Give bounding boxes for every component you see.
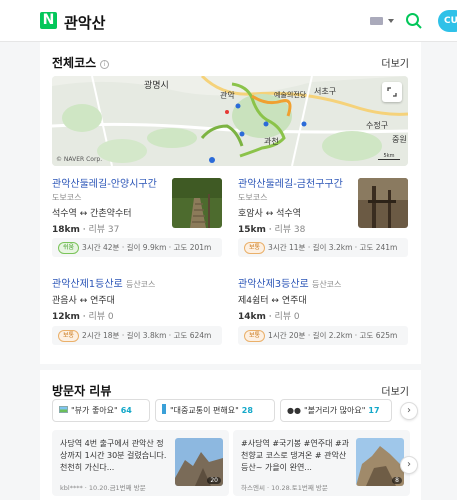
keyword-chip[interactable]: ●● "볼거리가 많아요" 17 [280, 399, 392, 422]
courses-title: 전체코스 [52, 56, 97, 70]
photo-count: 20 [207, 477, 221, 484]
map-label-gwanak: 관악 [220, 91, 235, 100]
map-label-gwangmyeong: 광명시 [144, 81, 169, 91]
course-type: 등산코스 [311, 280, 342, 289]
user-button[interactable]: CU [438, 10, 457, 32]
course-item[interactable]: 관악산제1등산로 등산코스 관음사 ↔ 연주대 12km · 리뷰 0 [52, 278, 222, 322]
reviews-card: 방문자 리뷰 더보기 "뷰가 좋아요" 64 "대중교통이 편해요" 28 ●● "볼… [40, 370, 421, 500]
chevron-right-icon: › [407, 405, 411, 416]
map-copyright: © NAVER Corp. [56, 156, 103, 163]
search-query[interactable]: 관악산 [64, 12, 105, 33]
course-item[interactable]: 관악산제3등산로 등산코스 제4쉼터 ↔ 연주대 14km · 리뷰 0 [238, 278, 408, 322]
review-photo[interactable]: 8 [356, 438, 404, 486]
courses-card: 전체코스 i 더보기 광명시 관악 예술의전당 서초구 과천 수정구 중원 © … [40, 42, 421, 364]
section-title: 전체코스 i [52, 54, 110, 71]
landscape-icon [59, 406, 68, 413]
course-meta: 14km · 리뷰 0 [238, 312, 300, 322]
info-icon[interactable]: i [100, 60, 110, 69]
keyword-chip[interactable]: "대중교통이 편해요" 28 [155, 399, 275, 422]
keyboard-icon[interactable] [370, 17, 383, 25]
review-item[interactable]: 사당역 4번 출구에서 관악산 정상까지 1시간 30분 걸렸습니다. 천천히 … [52, 430, 229, 496]
map-label-seocho: 서초구 [314, 87, 337, 96]
course-meta: 12km · 리뷰 0 [52, 312, 114, 322]
more-link[interactable]: 더보기 [381, 383, 409, 398]
course-thumbnail[interactable] [358, 178, 408, 228]
map-label-jung: 중원 [392, 135, 407, 144]
keyword-chip[interactable]: "뷰가 좋아요" 64 [52, 399, 150, 422]
review-meta: kbl**** · 10.20.금1번째 방문 [60, 484, 146, 492]
course-route: 제4쉼터 ↔ 연주대 [238, 296, 307, 306]
top-bar: N 관악산 CU [0, 0, 457, 42]
difficulty-badge: 보통 [244, 330, 266, 342]
course-stats: 보통 3시간 11분 · 길이 3.2km · 고도 241m [238, 238, 408, 257]
review-item[interactable]: #사당역 #국기봉 #연주대 #과천향교 코스로 댕겨온 # 관악산 등산~ 가… [233, 430, 410, 496]
map-label-gwacheon: 과천 [264, 137, 279, 146]
next-keywords-button[interactable]: › [400, 402, 418, 420]
course-name[interactable]: 관악산제3등산로 등산코스 [238, 278, 408, 291]
course-type: 도보코스 [52, 193, 82, 202]
review-text: 사당역 4번 출구에서 관악산 정상까지 1시간 30분 걸렸습니다. 천천히 … [60, 439, 167, 472]
course-name[interactable]: 관악산제1등산로 등산코스 [52, 278, 222, 291]
chevron-right-icon: › [407, 459, 411, 470]
course-map[interactable]: 광명시 관악 예술의전당 서초구 과천 수정구 중원 © NAVER Corp.… [52, 76, 408, 166]
more-link[interactable]: 더보기 [381, 55, 409, 70]
difficulty-badge: 보통 [244, 242, 266, 254]
photo-count: 8 [392, 477, 402, 484]
course-stats: 보통 1시간 20분 · 길이 2.2km · 고도 625m [238, 326, 408, 345]
course-thumbnail[interactable] [172, 178, 222, 228]
expand-map-button[interactable] [382, 82, 402, 102]
chevron-down-icon[interactable] [388, 19, 394, 23]
review-meta: 하스엔씨 · 10.28.토1번째 방문 [241, 484, 328, 492]
review-text: #사당역 #국기봉 #연주대 #과천향교 코스로 댕겨온 # 관악산 등산~ 가… [241, 439, 350, 472]
course-route: 관음사 ↔ 연주대 [52, 296, 115, 306]
difficulty-badge: 보통 [58, 330, 80, 342]
eyes-icon: ●● [287, 406, 301, 415]
course-name[interactable]: 관악산둘레길-안양시구간 도보코스 [52, 178, 162, 204]
expand-icon [387, 87, 397, 97]
next-reviews-button[interactable]: › [400, 456, 418, 474]
course-stats: 쉬움 3시간 42분 · 길이 9.9km · 고도 201m [52, 238, 222, 257]
course-name[interactable]: 관악산둘레길-금천구구간 도보코스 [238, 178, 348, 204]
difficulty-badge: 쉬움 [58, 242, 80, 254]
course-type: 도보코스 [238, 193, 268, 202]
map-label-yesul: 예술의전당 [274, 91, 307, 99]
naver-logo[interactable]: N [40, 12, 57, 29]
map-label-sujeong: 수정구 [366, 121, 389, 130]
bus-stop-icon [162, 404, 166, 414]
map-scale: 5km [378, 153, 400, 160]
review-photo[interactable]: 20 [175, 438, 223, 486]
course-type: 등산코스 [125, 280, 156, 289]
search-icon[interactable] [405, 12, 423, 30]
section-title: 방문자 리뷰 [52, 384, 112, 398]
course-stats: 보통 2시간 18분 · 길이 3.8km · 고도 624m [52, 326, 222, 345]
